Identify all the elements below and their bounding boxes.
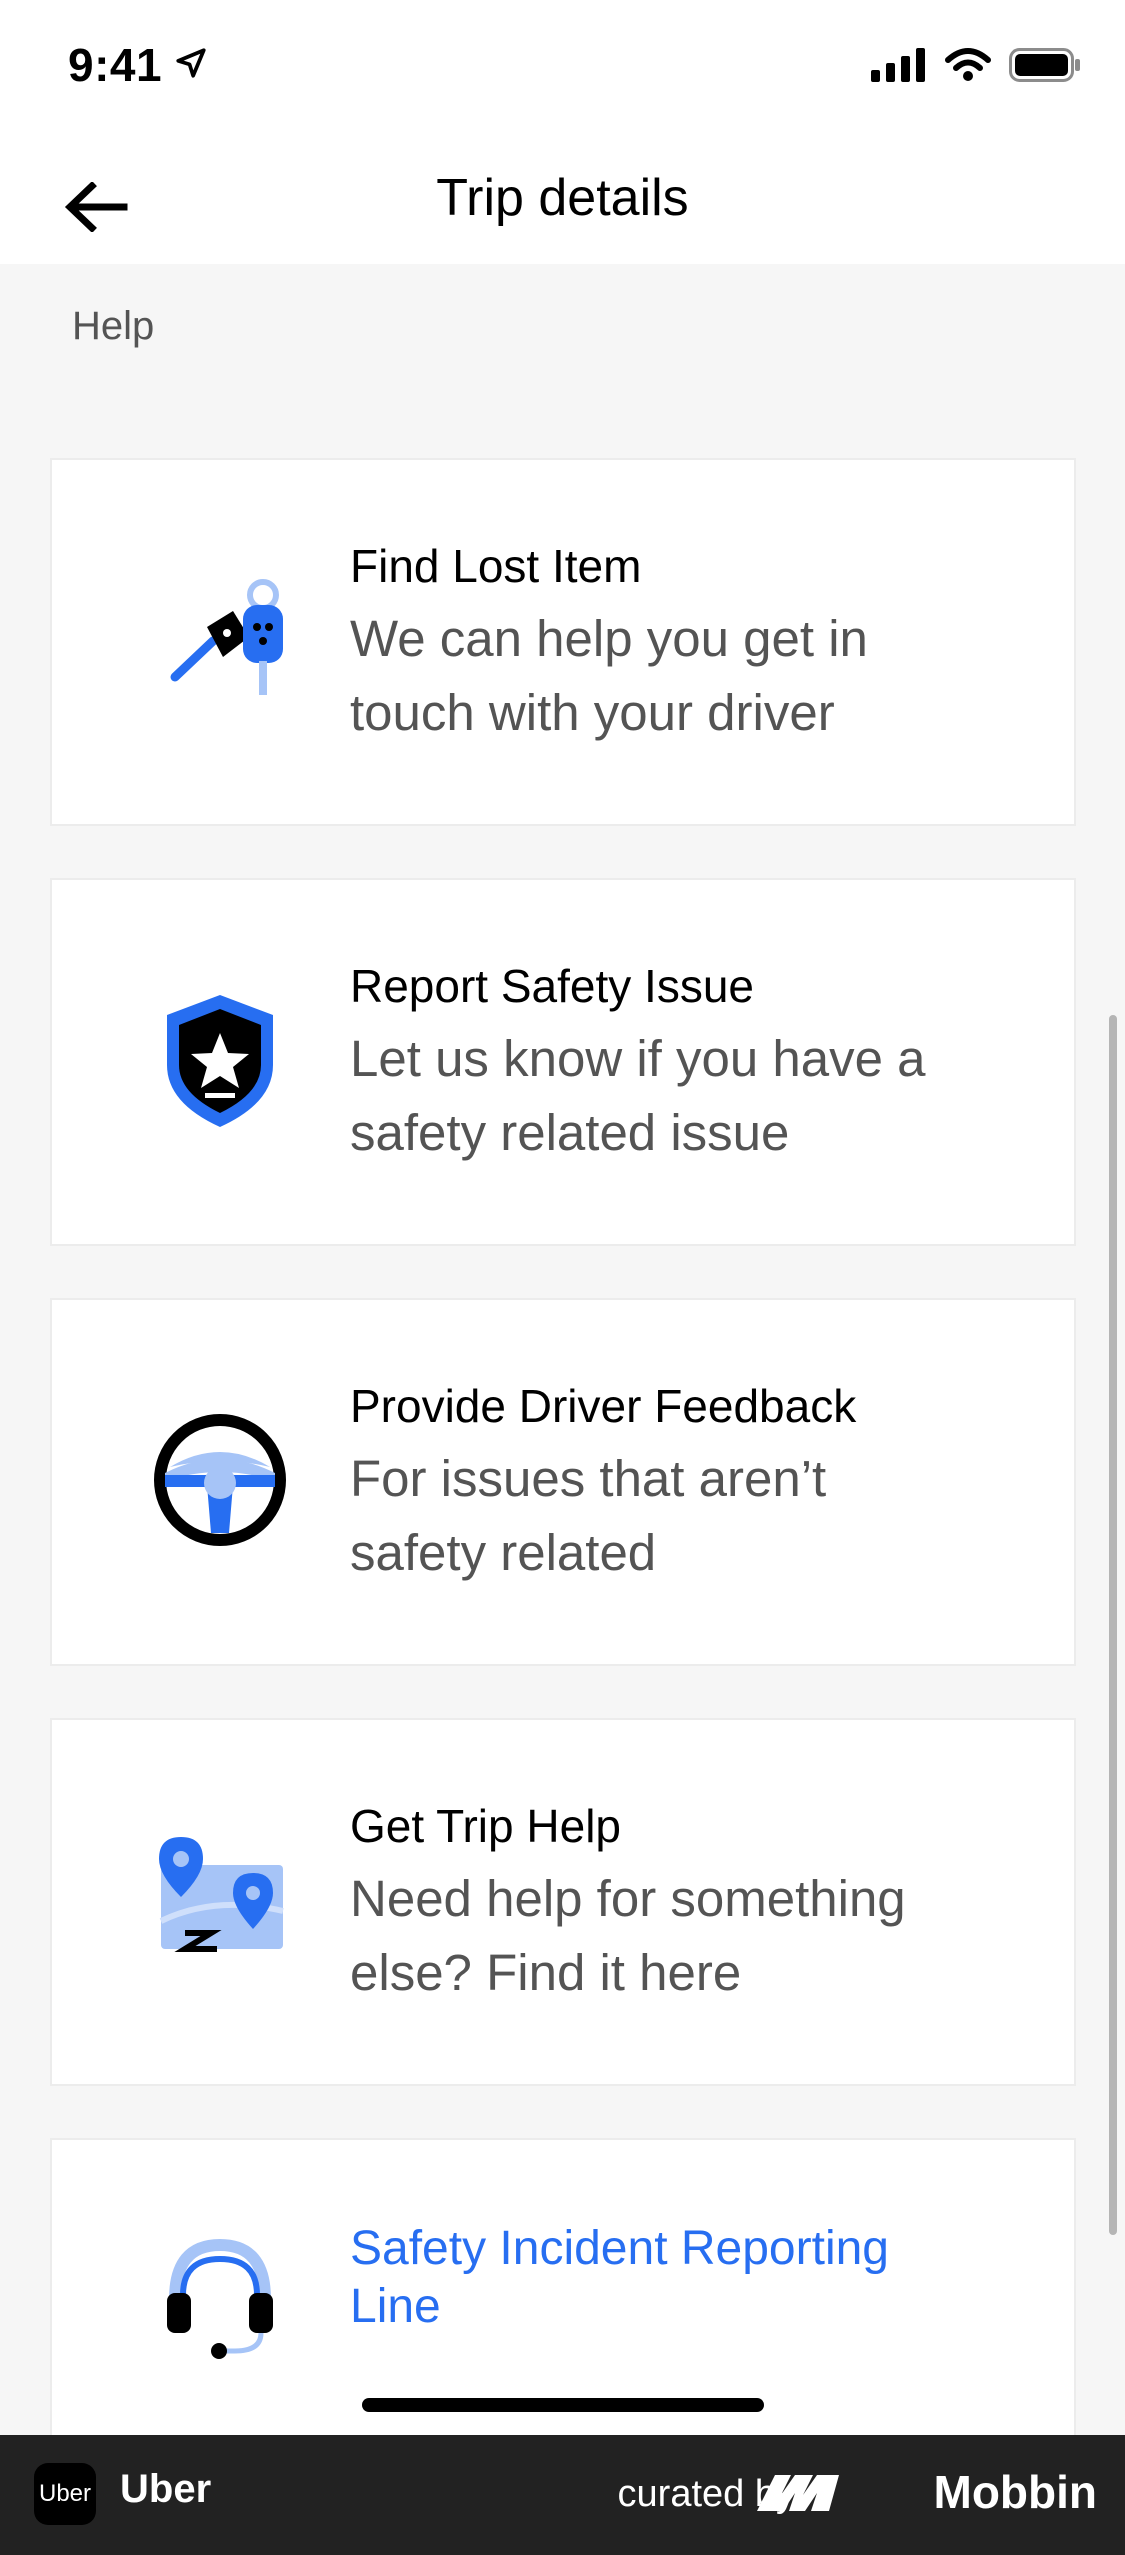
- card-description: We can help you get in touch with your d…: [350, 610, 868, 741]
- status-icons: [871, 48, 1081, 82]
- card-provide-driver-feedback[interactable]: Provide Driver Feedback For issues that …: [50, 1298, 1076, 1666]
- keys-icon: [140, 560, 300, 720]
- page-title: Trip details: [436, 169, 689, 227]
- headset-icon: [140, 2210, 300, 2370]
- status-bar: 9:41: [0, 0, 1125, 140]
- nav-bar: Trip details: [0, 140, 1125, 264]
- app-name: Uber: [120, 2467, 212, 2511]
- card-safety-incident-reporting-line[interactable]: Safety Incident Reporting Line: [50, 2138, 1076, 2468]
- card-title: Provide Driver Feedback: [350, 1380, 857, 1432]
- signal-icon: [871, 48, 925, 82]
- card-get-trip-help[interactable]: Get Trip Help Need help for something el…: [50, 1718, 1076, 2086]
- card-title: Report Safety Issue: [350, 960, 754, 1012]
- card-description: Need help for something else? Find it he…: [350, 1870, 906, 2001]
- section-label-help: Help: [72, 304, 155, 348]
- steering-wheel-icon: [140, 1400, 300, 1560]
- status-time: 9:41: [68, 39, 163, 91]
- mobbin-logo-icon: [757, 2475, 839, 2511]
- battery-icon: [1009, 48, 1080, 82]
- scrollbar[interactable]: [1109, 1015, 1117, 2235]
- map-pins-icon: [140, 1820, 300, 1980]
- shield-star-icon: [140, 980, 300, 1140]
- wifi-icon: [945, 48, 991, 81]
- card-report-safety-issue[interactable]: Report Safety Issue Let us know if you h…: [50, 878, 1076, 1246]
- safety-incident-link[interactable]: Safety Incident Reporting Line: [350, 2220, 1014, 2336]
- card-title: Find Lost Item: [350, 540, 642, 592]
- home-indicator[interactable]: [362, 2398, 764, 2412]
- uber-app-icon: Uber: [34, 2463, 96, 2525]
- card-find-lost-item[interactable]: Find Lost Item We can help you get in to…: [50, 458, 1076, 826]
- footer-bar: Uber Uber curated by Mobbin: [0, 2435, 1125, 2555]
- card-description: For issues that aren’t safety related: [350, 1450, 827, 1581]
- mobbin-brand: Mobbin: [933, 2466, 1098, 2518]
- card-description: Let us know if you have a safety related…: [350, 1030, 926, 1161]
- card-title: Get Trip Help: [350, 1800, 621, 1852]
- location-arrow-icon: [176, 48, 206, 78]
